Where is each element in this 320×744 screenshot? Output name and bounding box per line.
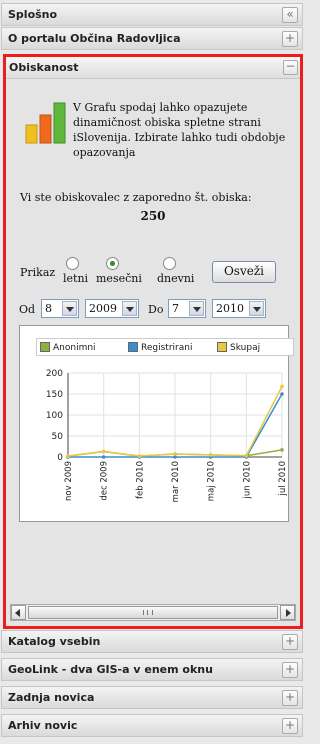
expand-icon[interactable]: + <box>282 662 298 678</box>
collapse-icon[interactable]: − <box>283 60 298 75</box>
od-month-select[interactable]: 8 <box>41 299 79 318</box>
od-month-value: 8 <box>45 302 52 315</box>
od-year-select[interactable]: 2009 <box>85 299 139 318</box>
section-title: Arhiv novic <box>8 719 78 732</box>
section-title: Splošno <box>8 8 58 21</box>
expand-icon[interactable]: + <box>282 31 298 47</box>
x-tick-label: maj 2010 <box>207 461 217 501</box>
prikaz-label: Prikaz <box>20 266 56 279</box>
expand-icon[interactable]: + <box>282 634 298 650</box>
x-tick-label: mar 2010 <box>171 461 181 502</box>
description-text: V Grafu spodaj lahko opazujete dinamično… <box>73 101 286 159</box>
data-point <box>280 448 284 452</box>
section-title: Obiskanost <box>9 61 79 74</box>
grip-icon <box>143 610 153 615</box>
x-tick-label: jun 2010 <box>242 461 252 499</box>
x-tick-label: nov 2009 <box>64 461 74 501</box>
section-geolink[interactable]: GeoLink - dva GIS-a v enem oknu + <box>1 658 303 681</box>
data-point <box>173 452 177 456</box>
chevron-down-icon[interactable] <box>249 301 264 316</box>
section-splosno[interactable]: Splošno « <box>1 3 303 26</box>
section-title: O portalu Občina Radovljica <box>8 32 181 45</box>
od-year-value: 2009 <box>89 302 117 315</box>
x-tick-label: jul 2010 <box>278 461 288 496</box>
scroll-left-icon[interactable] <box>11 605 26 620</box>
visitor-number: 250 <box>140 209 166 223</box>
scroll-right-icon[interactable] <box>280 605 295 620</box>
data-point <box>101 449 106 454</box>
section-title: Zadnja novica <box>8 691 95 704</box>
chart-container: Anonimni Registrirani Skupaj 0 50 100 150 20… <box>19 325 294 522</box>
section-title: GeoLink - dva GIS-a v enem oknu <box>8 663 213 676</box>
expand-icon[interactable]: + <box>282 718 298 734</box>
x-tick-label: dec 2009 <box>100 461 110 501</box>
section-zadnja[interactable]: Zadnja novica + <box>1 686 303 709</box>
chevron-down-icon[interactable] <box>189 301 204 316</box>
y-tick-label: 0 <box>57 453 63 463</box>
scroll-thumb[interactable] <box>28 606 278 619</box>
data-point <box>280 392 284 396</box>
section-arhiv[interactable]: Arhiv novic + <box>1 714 303 737</box>
obiskanost-panel: Obiskanost − V Grafu spodaj lahko opazuj… <box>3 54 303 629</box>
section-portal[interactable]: O portalu Občina Radovljica + <box>1 27 303 50</box>
y-tick-label: 50 <box>52 432 64 442</box>
section-katalog[interactable]: Katalog vsebin + <box>1 630 303 653</box>
od-label: Od <box>19 303 36 316</box>
data-point <box>101 455 106 459</box>
data-point <box>208 453 213 457</box>
y-tick-label: 150 <box>46 390 63 400</box>
collapse-all-icon[interactable]: « <box>282 7 298 23</box>
chevron-down-icon[interactable] <box>122 301 137 316</box>
expand-icon[interactable]: + <box>282 690 298 706</box>
radio-letni-label: letni <box>63 272 89 285</box>
data-point <box>244 453 249 458</box>
section-title: Katalog vsebin <box>8 635 101 648</box>
do-year-value: 2010 <box>216 302 244 315</box>
y-tick-label: 200 <box>46 369 63 379</box>
x-tick-label: feb 2010 <box>135 461 145 499</box>
do-label: Do <box>148 303 164 316</box>
data-point <box>66 454 70 458</box>
do-month-select[interactable]: 7 <box>168 299 206 318</box>
radio-dnevni[interactable] <box>163 257 176 270</box>
radio-letni[interactable] <box>66 257 79 270</box>
chevron-down-icon[interactable] <box>62 301 77 316</box>
section-obiskanost[interactable]: Obiskanost − <box>6 57 300 79</box>
bar-chart-logo <box>25 102 66 144</box>
data-point <box>137 454 142 458</box>
refresh-button[interactable]: Osveži <box>212 261 276 283</box>
horizontal-scrollbar[interactable] <box>10 604 296 621</box>
radio-dnevni-label: dnevni <box>157 272 195 285</box>
visitor-text: Vi ste obiskovalec z zaporedno št. obisk… <box>20 191 252 204</box>
data-point <box>280 384 284 389</box>
do-year-select[interactable]: 2010 <box>212 299 266 318</box>
radio-selected-dot <box>110 261 115 266</box>
y-tick-label: 100 <box>46 411 63 421</box>
line-chart: 0 50 100 150 200 nov 2009 dec 2009 feb 2010 mar … <box>46 369 288 502</box>
radio-mesecni-label: mesečni <box>96 272 142 285</box>
radio-mesecni[interactable] <box>106 257 119 270</box>
do-month-value: 7 <box>172 302 179 315</box>
